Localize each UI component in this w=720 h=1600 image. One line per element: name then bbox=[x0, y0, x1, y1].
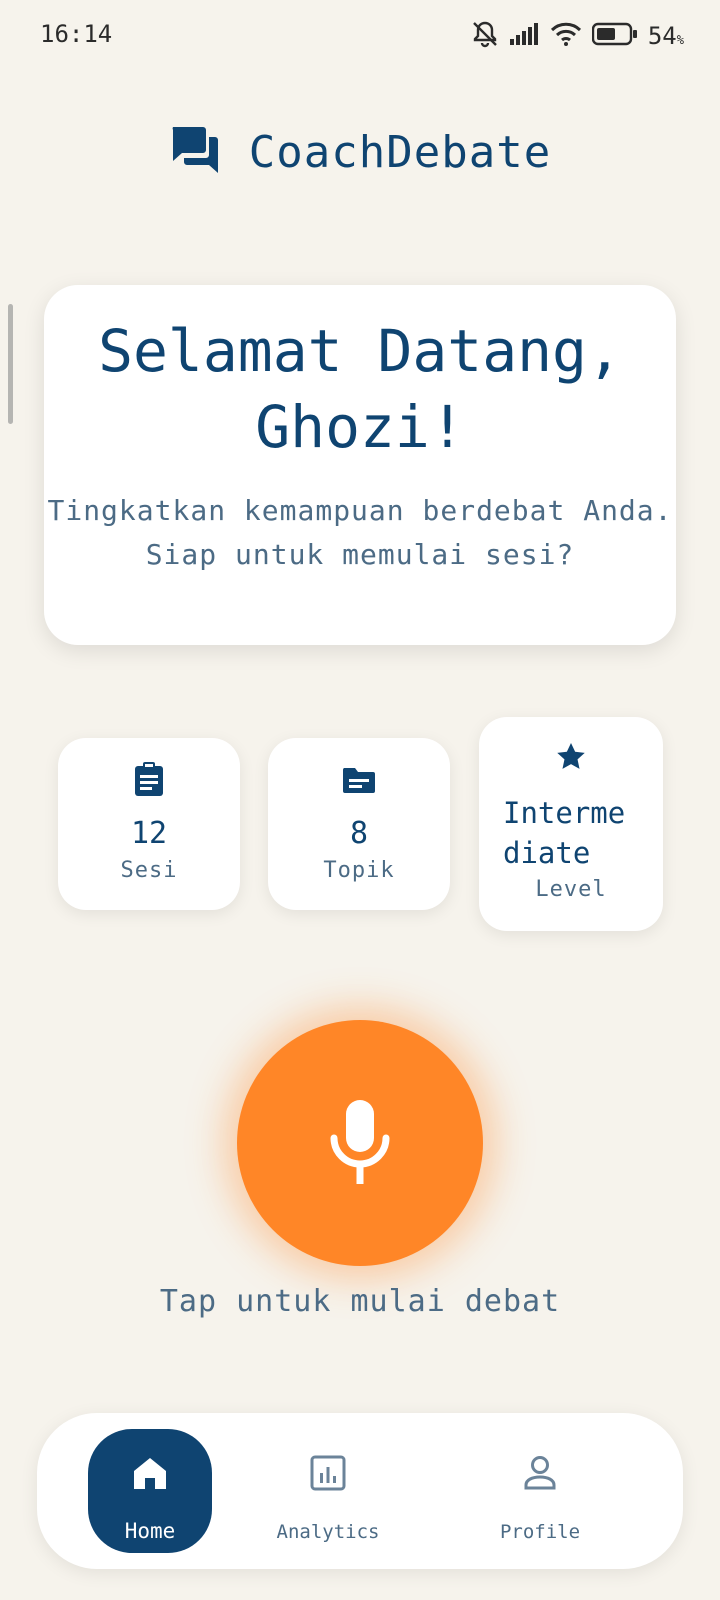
stat-label-topik: Topik bbox=[323, 858, 395, 883]
profile-icon bbox=[523, 1455, 557, 1495]
nav-label-profile: Profile bbox=[499, 1521, 581, 1543]
stat-card-topik: 8 Topik bbox=[268, 738, 450, 910]
folder-icon bbox=[342, 766, 376, 798]
app-title: CoachDebate bbox=[248, 126, 552, 178]
signal-icon bbox=[509, 23, 540, 49]
status-bar: 16:14 54% bbox=[0, 0, 720, 72]
mic-caption: Tap untuk mulai debat bbox=[159, 1284, 561, 1319]
welcome-subtitle: Tingkatkan kemampuan berdebat Anda. Siap… bbox=[47, 494, 673, 571]
star-icon bbox=[555, 741, 587, 777]
welcome-title: Selamat Datang, Ghozi! bbox=[98, 317, 622, 461]
start-debate-mic-button[interactable] bbox=[237, 1020, 483, 1266]
mute-icon bbox=[470, 20, 500, 52]
battery-percent: 54% bbox=[647, 22, 684, 50]
microphone-icon bbox=[325, 1096, 395, 1190]
stat-label-level: Level bbox=[535, 877, 607, 902]
stat-value-topik: 8 bbox=[349, 816, 369, 851]
stat-value-level: Interme diate bbox=[503, 796, 626, 870]
nav-label-analytics: Analytics bbox=[276, 1521, 380, 1543]
nav-item-home[interactable]: Home bbox=[88, 1429, 212, 1553]
status-time: 16:14 bbox=[40, 20, 113, 48]
stat-value-sesi: 12 bbox=[130, 816, 168, 851]
home-icon bbox=[133, 1457, 167, 1493]
chat-bubbles-icon bbox=[169, 125, 221, 179]
stat-card-sesi: 12 Sesi bbox=[58, 738, 240, 910]
scroll-indicator[interactable] bbox=[8, 304, 13, 424]
wifi-icon bbox=[550, 22, 582, 50]
bottom-navigation: Home Analytics Profile bbox=[37, 1413, 683, 1569]
clipboard-icon bbox=[134, 762, 164, 800]
nav-label-home: Home bbox=[124, 1519, 176, 1543]
stat-card-level: Interme diate Level bbox=[479, 717, 663, 931]
nav-item-analytics[interactable]: Analytics bbox=[263, 1429, 393, 1553]
status-icons: 54% bbox=[470, 20, 684, 52]
app-header: CoachDebate bbox=[0, 120, 720, 184]
battery-icon bbox=[591, 22, 638, 50]
nav-item-profile[interactable]: Profile bbox=[481, 1429, 599, 1553]
analytics-icon bbox=[310, 1455, 346, 1495]
welcome-card: Selamat Datang, Ghozi! Tingkatkan kemamp… bbox=[44, 285, 676, 645]
stat-label-sesi: Sesi bbox=[120, 858, 178, 883]
